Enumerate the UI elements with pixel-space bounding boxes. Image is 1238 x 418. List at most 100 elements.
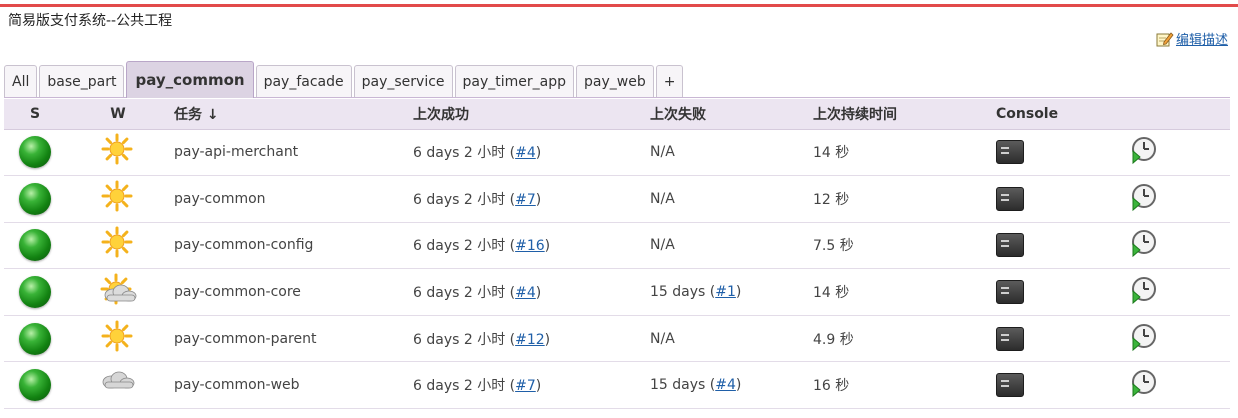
status-cell — [4, 175, 66, 223]
console-cell — [996, 175, 1128, 223]
last-success-build-link[interactable]: #7 — [515, 192, 536, 208]
last-success-cell: 6 days 2 小时 (#12) — [413, 315, 650, 363]
tab-pay-common[interactable]: pay_common — [126, 61, 254, 98]
weather-cell — [66, 361, 170, 410]
schedule-build-icon[interactable] — [1128, 182, 1158, 216]
last-success-text: 6 days 2 小时 ( — [413, 378, 516, 395]
paren: ) — [544, 331, 551, 348]
job-name[interactable]: pay-common-config — [170, 222, 413, 270]
last-duration: 14 秒 — [813, 129, 996, 177]
sun-icon — [99, 320, 137, 358]
last-failure-text: N/A — [650, 144, 675, 161]
last-success-build-link[interactable]: #4 — [515, 285, 536, 301]
col-header-last-failure[interactable]: 上次失败 — [650, 99, 813, 130]
last-success-text: 6 days 2 小时 ( — [413, 191, 516, 208]
last-success-build-link[interactable]: #4 — [515, 145, 536, 161]
console-cell — [996, 222, 1128, 270]
last-success-cell: 6 days 2 小时 (#16) — [413, 222, 650, 270]
col-header-status[interactable]: S — [4, 99, 66, 130]
weather-cell — [66, 268, 170, 316]
status-ball-icon — [19, 276, 51, 309]
tab-all[interactable]: All — [4, 65, 38, 97]
last-failure-build-link[interactable]: #1 — [715, 284, 736, 300]
tab-pay-web[interactable]: pay_web — [576, 65, 654, 97]
last-success-text: 6 days 2 小时 ( — [413, 238, 516, 255]
sun-icon — [99, 133, 137, 171]
add-view-tab[interactable]: + — [655, 65, 684, 97]
last-duration: 7.5 秒 — [813, 222, 996, 270]
schedule-build-icon[interactable] — [1128, 368, 1158, 402]
col-header-console: Console — [996, 99, 1128, 130]
tab-pay-timer-app[interactable]: pay_timer_app — [454, 65, 575, 97]
weather-cell — [66, 175, 170, 223]
top-accent-bar — [0, 4, 1238, 7]
weather-cell — [66, 129, 170, 177]
weather-cell — [66, 222, 170, 270]
col-header-name[interactable]: 任务 ↓ — [170, 99, 413, 130]
table-row: pay-common-web 6 days 2 小时 (#7) 15 days (#… — [4, 361, 1230, 410]
console-cell — [996, 315, 1128, 363]
table-row: pay-common-parent 6 days 2 小时 (#12) N/A 4.9… — [4, 315, 1230, 363]
terminal-icon[interactable] — [996, 186, 1024, 211]
job-name[interactable]: pay-api-merchant — [170, 129, 413, 177]
tab-pay-facade[interactable]: pay_facade — [255, 65, 352, 97]
schedule-cell — [1128, 315, 1230, 363]
schedule-cell — [1128, 222, 1230, 270]
edit-description[interactable]: 编辑描述 — [1156, 29, 1228, 48]
tab-pay-service[interactable]: pay_service — [353, 65, 453, 97]
paren: ) — [535, 285, 542, 302]
last-failure-cell: N/A — [650, 315, 813, 363]
paren: ) — [735, 377, 742, 394]
schedule-cell — [1128, 268, 1230, 316]
status-cell — [4, 129, 66, 177]
job-name[interactable]: pay-common-parent — [170, 315, 413, 363]
paren: ) — [535, 191, 542, 208]
table-row: pay-api-merchant 6 days 2 小时 (#4) N/A 14 秒 — [4, 129, 1230, 177]
terminal-icon[interactable] — [996, 326, 1024, 351]
terminal-icon[interactable] — [996, 140, 1024, 165]
schedule-build-icon[interactable] — [1128, 322, 1158, 356]
col-header-last-success[interactable]: 上次成功 — [413, 99, 650, 130]
edit-icon — [1156, 31, 1174, 47]
schedule-build-icon[interactable] — [1128, 228, 1158, 262]
console-cell — [996, 268, 1128, 316]
job-name[interactable]: pay-common-core — [170, 268, 413, 316]
page-description: 简易版支付系统--公共工程 — [8, 13, 173, 29]
weather-cell — [66, 315, 170, 363]
tab-base-part[interactable]: base_part — [39, 65, 125, 97]
last-success-build-link[interactable]: #7 — [515, 378, 536, 394]
col-header-weather[interactable]: W — [66, 99, 170, 130]
status-ball-icon — [19, 229, 51, 262]
job-name[interactable]: pay-common-web — [170, 361, 413, 410]
last-success-build-link[interactable]: #12 — [515, 332, 545, 348]
last-success-text: 6 days 2 小时 ( — [413, 145, 516, 162]
col-header-schedule — [1128, 99, 1230, 130]
last-failure-cell: 15 days (#1) — [650, 268, 813, 316]
schedule-cell — [1128, 361, 1230, 410]
terminal-icon[interactable] — [996, 280, 1024, 305]
status-ball-icon — [19, 136, 51, 169]
col-header-last-duration[interactable]: 上次持续时间 — [813, 99, 996, 130]
last-failure-cell: N/A — [650, 175, 813, 223]
last-duration: 14 秒 — [813, 268, 996, 316]
last-success-text: 6 days 2 小时 ( — [413, 331, 516, 348]
terminal-icon[interactable] — [996, 373, 1024, 398]
sun-icon — [99, 226, 137, 264]
schedule-build-icon[interactable] — [1128, 135, 1158, 169]
status-cell — [4, 222, 66, 270]
job-name[interactable]: pay-common — [170, 175, 413, 223]
last-duration: 4.9 秒 — [813, 315, 996, 363]
schedule-cell — [1128, 129, 1230, 177]
terminal-icon[interactable] — [996, 233, 1024, 258]
schedule-cell — [1128, 175, 1230, 223]
last-failure-cell: 15 days (#4) — [650, 361, 813, 410]
last-failure-build-link[interactable]: #4 — [715, 377, 736, 393]
last-failure-text: N/A — [650, 330, 675, 347]
schedule-build-icon[interactable] — [1128, 275, 1158, 309]
last-success-build-link[interactable]: #16 — [515, 238, 545, 254]
edit-description-link[interactable]: 编辑描述 — [1176, 29, 1228, 48]
paren: ) — [544, 238, 551, 255]
console-cell — [996, 361, 1128, 410]
last-failure-cell: N/A — [650, 222, 813, 270]
jobs-table: S W 任务 ↓ 上次成功 上次失败 上次持续时间 Console pay-ap… — [4, 99, 1230, 410]
